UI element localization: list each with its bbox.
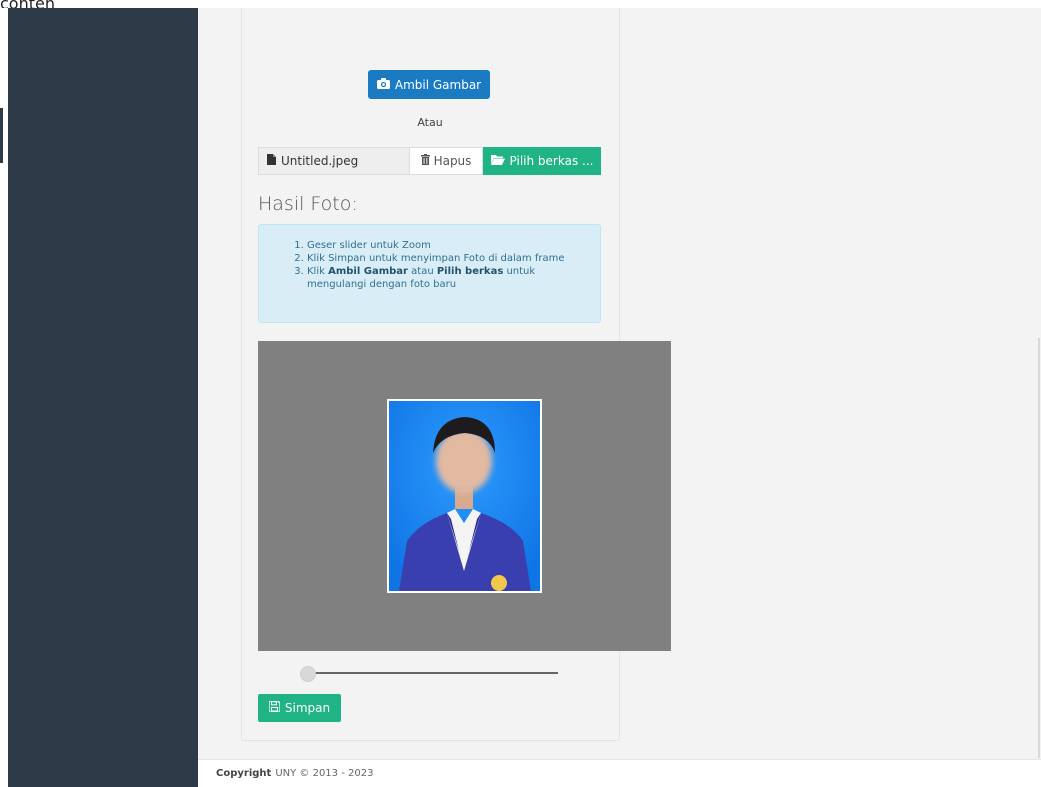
- simpan-label: Simpan: [284, 701, 331, 715]
- camera-icon: [376, 77, 390, 92]
- hapus-label: Hapus: [433, 154, 472, 168]
- ambil-gambar-label: Ambil Gambar: [394, 77, 482, 92]
- instruction-item-3: Klik Ambil Gambar atau Pilih berkas untu…: [307, 265, 586, 291]
- ambil-gambar-button[interactable]: Ambil Gambar: [368, 70, 490, 99]
- footer-copyright-label: Copyright: [216, 768, 272, 779]
- pilih-berkas-button[interactable]: Pilih berkas ...: [483, 147, 601, 175]
- footer-text: UNY © 2013 - 2023: [275, 768, 374, 779]
- simpan-button[interactable]: Simpan: [258, 694, 341, 722]
- photo-image: [389, 401, 540, 591]
- trash-icon: [420, 154, 430, 168]
- file-icon: [267, 154, 276, 168]
- instructions-list: Geser slider untuk Zoom Klik Simpan untu…: [281, 239, 586, 291]
- instruction-item-2: Klik Simpan untuk menyimpan Foto di dala…: [307, 252, 586, 265]
- instructions-box: Geser slider untuk Zoom Klik Simpan untu…: [258, 224, 601, 323]
- file-name-display: Untitled.jpeg: [258, 147, 410, 175]
- atau-label: Atau: [417, 116, 443, 129]
- zoom-slider-thumb[interactable]: [300, 666, 316, 682]
- hasil-foto-title: Hasil Foto:: [258, 193, 358, 215]
- zoom-slider-track[interactable]: [306, 672, 558, 674]
- left-edge-strip: [0, 8, 8, 787]
- footer: Copyright UNY © 2013 - 2023: [198, 759, 1041, 787]
- file-input-group: Untitled.jpeg Hapus Pilih berkas ...: [258, 147, 601, 175]
- folder-open-icon: [490, 154, 505, 168]
- instruction-item-1: Geser slider untuk Zoom: [307, 239, 586, 252]
- sidebar: [8, 8, 198, 787]
- zoom-slider[interactable]: [300, 664, 560, 682]
- left-edge-mark: [0, 108, 3, 163]
- scrollbar-edge[interactable]: [1038, 338, 1040, 758]
- photo-crop-frame[interactable]: [387, 399, 542, 593]
- pilih-berkas-label: Pilih berkas ...: [509, 154, 594, 168]
- hapus-button[interactable]: Hapus: [410, 147, 483, 175]
- file-name-text: Untitled.jpeg: [281, 154, 359, 168]
- save-icon: [268, 700, 281, 715]
